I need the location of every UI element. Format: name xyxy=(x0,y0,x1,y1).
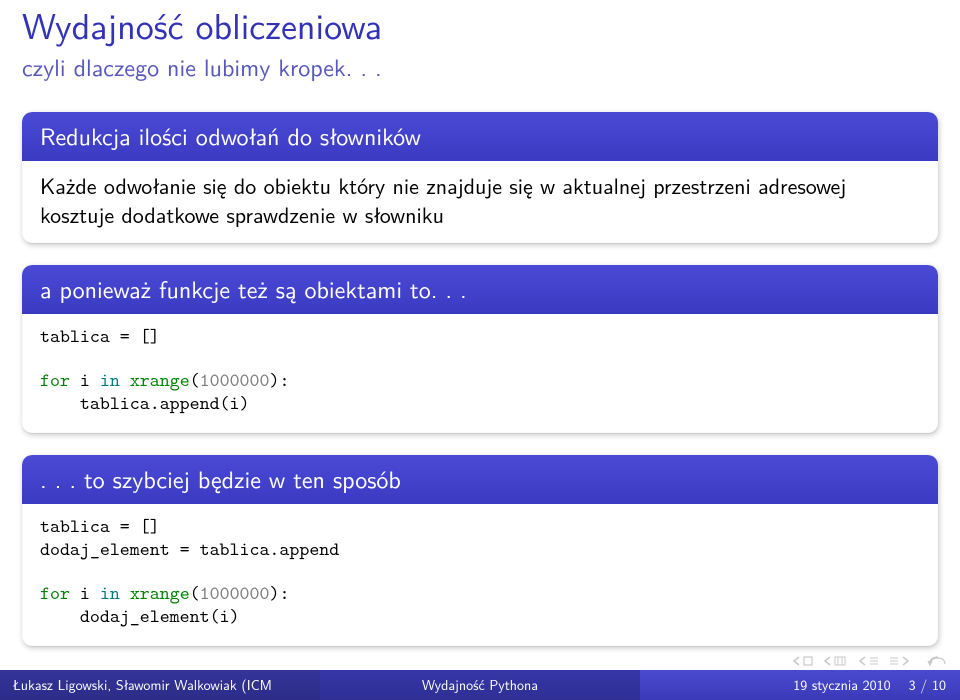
block-title: . . . to szybciej będzie w ten sposób xyxy=(22,455,938,504)
code-listing: tablica = [] for i in xrange(1000000): t… xyxy=(40,326,920,416)
footline-date: 19 stycznia 2010 xyxy=(793,675,890,695)
nav-prev-frame-icon[interactable] xyxy=(823,656,848,666)
code-listing: tablica = [] dodaj_element = tablica.app… xyxy=(40,516,920,628)
footline-title: Wydajność Pythona xyxy=(320,670,640,700)
block-body-code: tablica = [] for i in xrange(1000000): t… xyxy=(22,314,938,434)
nav-prev-subsect-icon[interactable] xyxy=(858,656,879,666)
block-example-fast: . . . to szybciej będzie w ten sposób ta… xyxy=(22,455,938,646)
block-example-slow: a ponieważ funkcje też są obiektami to. … xyxy=(22,265,938,434)
frame-subtitle: czyli dlaczego nie lubimy kropek. . . xyxy=(22,49,938,84)
nav-back-icon[interactable] xyxy=(792,656,813,666)
nav-next-subsect-icon[interactable] xyxy=(889,656,910,666)
footline-date-page: 19 stycznia 2010 3 / 10 xyxy=(640,670,960,700)
nav-symbols xyxy=(792,654,948,668)
block-title: a ponieważ funkcje też są obiektami to. … xyxy=(22,265,938,314)
block-body-code: tablica = [] dodaj_element = tablica.app… xyxy=(22,504,938,646)
block-dict-lookup: Redukcja ilości odwołań do słowników Każ… xyxy=(22,112,938,242)
nav-undo-icon[interactable] xyxy=(926,654,948,668)
footline: Łukasz Ligowski, Sławomir Walkowiak (ICM… xyxy=(0,670,960,700)
block-title: Redukcja ilości odwołań do słowników xyxy=(22,112,938,161)
frame-title: Wydajność obliczeniowa xyxy=(22,4,938,45)
block-body-text: Każde odwołanie się do obiektu który nie… xyxy=(22,161,938,242)
footline-page-number: 3 / 10 xyxy=(909,675,946,695)
footline-author: Łukasz Ligowski, Sławomir Walkowiak (ICM xyxy=(0,670,320,700)
